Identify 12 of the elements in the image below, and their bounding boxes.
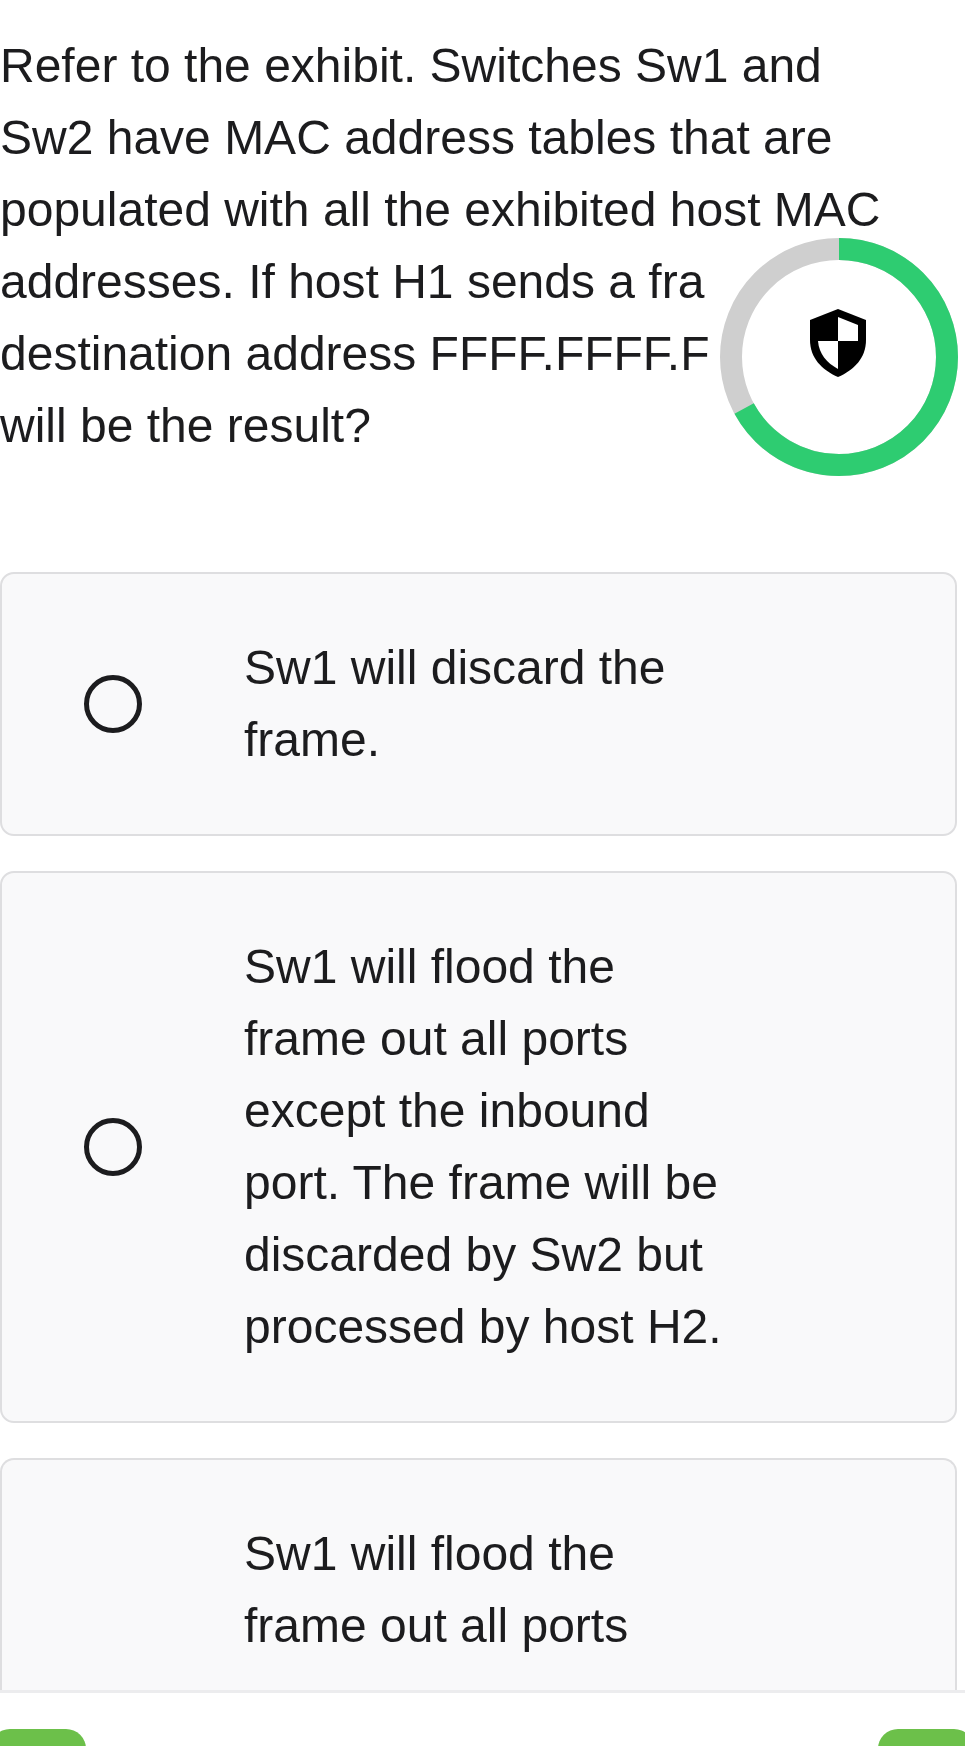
answer-option[interactable]: Sw1 will discard the frame. (0, 572, 957, 836)
option-text: Sw1 will flood the frame out all ports except the inbound port. The frame will be discarded by Sw2 but processed by host H2. (244, 939, 723, 1355)
question-text: populated with all the exhibited host MAC (0, 183, 881, 236)
question-text: will be the result? (0, 399, 371, 452)
question-text: Refer to the exhibit. Switches Sw1 and (0, 39, 822, 92)
option-text: Sw1 will discard the frame. (244, 640, 667, 768)
question-text: Sw2 have MAC address tables that are (0, 111, 833, 164)
option-text: Sw1 will flood the frame out all ports (244, 1526, 630, 1654)
question-text: destination address FFFF.FFFF.F (0, 327, 710, 380)
answer-option[interactable]: Sw1 will flood the frame out all ports (0, 1458, 957, 1690)
question-text: addresses. If host H1 sends a fra (0, 255, 705, 308)
answer-option[interactable]: Sw1 will flood the frame out all ports except the inbound port. The frame will be discarded by Sw2 but processed by host H2. (0, 871, 957, 1423)
